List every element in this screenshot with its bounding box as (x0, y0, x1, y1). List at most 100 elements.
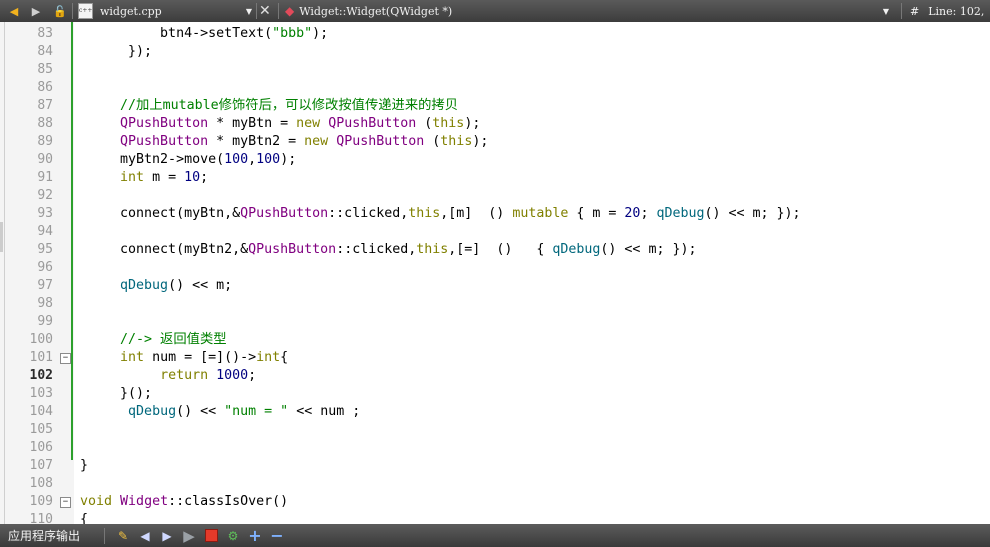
line-number: 102 (29, 368, 53, 383)
code-token: "bbb" (272, 26, 313, 41)
code-token: 100 (256, 152, 281, 167)
method-icon: ◆ (285, 4, 295, 18)
code-token: QPushButton (336, 134, 425, 149)
previous-item-icon[interactable]: ◀ (137, 528, 153, 544)
code-line[interactable]: QPushButton * myBtn = new QPushButton (t… (80, 115, 480, 133)
code-line[interactable]: void Widget::classIsOver() (80, 493, 288, 511)
line-number: 105 (29, 422, 53, 437)
line-number: 85 (37, 62, 53, 77)
code-editor[interactable]: 83 btn4->setText("bbb"); 84 }); 85 86 87 //加… (0, 22, 990, 524)
go-back-icon[interactable]: ◀ (6, 3, 22, 19)
file-selector[interactable]: c++ widget.cpp ▼ (78, 0, 254, 22)
toolbar-separator (72, 3, 73, 19)
code-line[interactable]: //-> 返回值类型 (80, 331, 227, 349)
line-number: 93 (37, 206, 53, 221)
code-token: this (408, 206, 441, 221)
line-number: 106 (29, 440, 53, 455)
code-line[interactable]: QPushButton * myBtn2 = new QPushButton (… (80, 133, 488, 151)
stop-icon[interactable] (203, 528, 219, 544)
symbol-name: Widget::Widget(QWidget *) (299, 4, 453, 18)
line-number: 107 (29, 458, 53, 473)
code-token: qDebug (552, 242, 601, 257)
toolbar-separator (256, 3, 257, 19)
change-marker-bar (71, 22, 73, 460)
symbol-selector[interactable]: ◆ Widget::Widget(QWidget *) ▼ (285, 0, 899, 22)
code-token: this (440, 134, 473, 149)
line-number: 109 (29, 494, 53, 509)
code-line[interactable]: btn4->setText("bbb"); (80, 25, 328, 43)
status-separator (104, 528, 105, 544)
close-icon[interactable]: ✕ (259, 3, 271, 19)
line-number: 100 (29, 332, 53, 347)
code-line[interactable]: //加上mutable修饰符后，可以修改按值传递进来的拷贝 (80, 97, 458, 115)
line-number: 108 (29, 476, 53, 491)
application-output-tab[interactable]: 应用程序输出 (8, 527, 80, 544)
code-line[interactable]: int m = 10; (80, 169, 208, 187)
toolbar-separator (278, 3, 279, 19)
line-number: 84 (37, 44, 53, 59)
code-token: qDebug (128, 404, 177, 419)
fold-toggle-icon[interactable]: − (60, 353, 71, 364)
editor-toolbar: ◀ ▶ 🔓 c++ widget.cpp ▼ ✕ ◆ Widget::Widge… (0, 0, 990, 22)
line-number: 101 (29, 350, 53, 365)
fold-toggle-icon[interactable]: − (60, 497, 71, 508)
line-number: 90 (37, 152, 53, 167)
line-number: 91 (37, 170, 53, 185)
zoom-in-icon[interactable]: + (247, 526, 263, 545)
line-indicator[interactable]: Line: 102, (928, 5, 984, 18)
code-token: new (304, 134, 329, 149)
code-line[interactable]: connect(myBtn2,&QPushButton::clicked,thi… (80, 241, 696, 259)
code-line[interactable]: return 1000; (80, 367, 256, 385)
code-line[interactable]: }); (80, 43, 152, 61)
code-token: 10 (184, 170, 201, 185)
run-icon[interactable]: ▶ (181, 527, 197, 545)
code-line[interactable]: int num = [=]()->int{ (80, 349, 288, 367)
code-token: Widget (120, 494, 169, 509)
status-bar: 应用程序输出 ✎ ◀ ▶ ▶ ⚙ + − (0, 524, 990, 547)
line-number: 89 (37, 134, 53, 149)
line-number: 99 (37, 314, 53, 329)
code-line[interactable]: connect(myBtn,&QPushButton::clicked,this… (80, 205, 801, 223)
line-number: 96 (37, 260, 53, 275)
chevron-down-icon[interactable]: ▼ (883, 7, 889, 16)
go-forward-icon[interactable]: ▶ (28, 3, 44, 19)
zoom-out-icon[interactable]: − (269, 526, 285, 545)
code-token: //-> 返回值类型 (120, 332, 227, 347)
line-number: 86 (37, 80, 53, 95)
lock-icon[interactable]: 🔓 (52, 3, 68, 19)
line-number: 88 (37, 116, 53, 131)
code-line[interactable]: }(); (80, 385, 152, 403)
code-token: int (256, 350, 281, 365)
cpp-file-icon: c++ (78, 3, 93, 19)
attach-debugger-icon[interactable]: ⚙ (225, 528, 241, 544)
code-token: 1000 (216, 368, 249, 383)
hash-icon: # (910, 4, 920, 18)
line-number: 94 (37, 224, 53, 239)
code-token: void (80, 494, 113, 509)
code-token: "num = " (224, 404, 289, 419)
code-line[interactable]: { (80, 511, 88, 524)
code-line[interactable]: qDebug() << m; (80, 277, 232, 295)
code-line[interactable]: } (80, 457, 88, 475)
line-number: 83 (37, 26, 53, 41)
code-token: QPushButton (120, 134, 209, 149)
toolbar-separator (901, 3, 902, 19)
code-token: //加上mutable修饰符后，可以修改按值传递进来的拷贝 (120, 98, 459, 113)
code-token: this (432, 116, 465, 131)
code-line[interactable]: myBtn2->move(100,100); (80, 151, 296, 169)
next-item-icon[interactable]: ▶ (159, 528, 175, 544)
line-number: 98 (37, 296, 53, 311)
line-number: 87 (37, 98, 53, 113)
line-number: 92 (37, 188, 53, 203)
code-line[interactable]: qDebug() << "num = " << num ; (80, 403, 360, 421)
code-token: new (296, 116, 321, 131)
line-number: 104 (29, 404, 53, 419)
code-token: QPushButton (328, 116, 417, 131)
code-token: return (160, 368, 209, 383)
code-token: mutable (512, 206, 569, 221)
clear-output-icon[interactable]: ✎ (115, 528, 131, 544)
chevron-down-icon[interactable]: ▼ (246, 7, 252, 16)
code-token: qDebug (656, 206, 705, 221)
line-number: 110 (29, 512, 53, 524)
nav-buttons: ◀ ▶ 🔓 (6, 0, 68, 22)
